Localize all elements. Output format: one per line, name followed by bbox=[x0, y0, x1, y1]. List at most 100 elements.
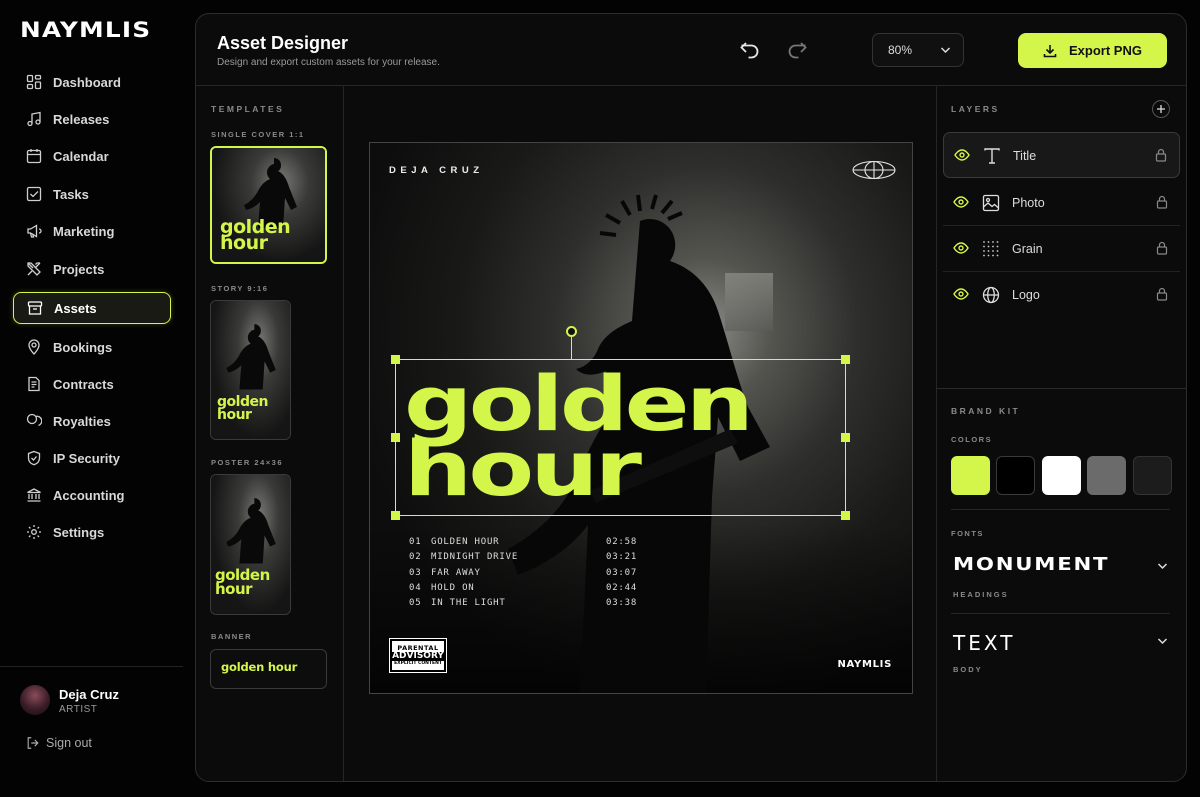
image-icon bbox=[982, 194, 1000, 212]
sidebar-item-settings[interactable]: Settings bbox=[13, 516, 171, 548]
template-banner[interactable]: golden hour bbox=[210, 649, 327, 689]
sidebar-item-accounting[interactable]: Accounting bbox=[13, 479, 171, 511]
template-title-line2: hour bbox=[220, 232, 268, 254]
divider bbox=[951, 613, 1170, 614]
font-heading-role: HEADINGS bbox=[953, 590, 1009, 599]
lock-icon[interactable] bbox=[1156, 195, 1168, 209]
coins-icon bbox=[26, 413, 42, 427]
dashboard-icon bbox=[26, 74, 42, 90]
tracklist[interactable]: 01 GOLDEN HOUR 02:58 02 MIDNIGHT DRIVE 03:21… bbox=[409, 537, 637, 613]
resize-handle[interactable] bbox=[391, 433, 400, 442]
template-single-cover[interactable]: golden hour bbox=[210, 146, 327, 264]
avatar[interactable] bbox=[20, 685, 50, 715]
eye-icon[interactable] bbox=[954, 148, 970, 162]
color-swatch-gray[interactable] bbox=[1087, 456, 1126, 495]
layer-name: Photo bbox=[1012, 196, 1045, 210]
sign-out-label: Sign out bbox=[46, 736, 92, 750]
export-label: Export PNG bbox=[1069, 43, 1142, 58]
track-row: 05 IN THE LIGHT 03:38 bbox=[409, 598, 638, 609]
fonts-label: FONTS bbox=[951, 529, 984, 538]
eye-icon[interactable] bbox=[953, 241, 969, 255]
color-swatch-lime[interactable] bbox=[951, 456, 990, 495]
sidebar-item-bookings[interactable]: Bookings bbox=[13, 331, 171, 363]
advisory-line3: EXPLICIT CONTENT bbox=[394, 661, 442, 666]
resize-handle[interactable] bbox=[391, 511, 400, 520]
zoom-select[interactable]: 80% bbox=[872, 33, 964, 67]
lock-icon[interactable] bbox=[1156, 287, 1168, 301]
zoom-value: 80% bbox=[888, 43, 913, 57]
eye-icon[interactable] bbox=[953, 287, 969, 301]
sidebar-item-assets[interactable]: Assets bbox=[13, 292, 171, 324]
color-swatch-black[interactable] bbox=[996, 456, 1035, 495]
sidebar-item-label: Dashboard bbox=[53, 74, 121, 90]
bank-icon bbox=[27, 488, 41, 502]
eye-icon[interactable] bbox=[953, 195, 969, 209]
sidebar-item-tasks[interactable]: Tasks bbox=[13, 178, 171, 210]
template-poster[interactable]: golden hour bbox=[210, 474, 291, 615]
advisory-line2: ADVISORY bbox=[390, 651, 446, 661]
undo-icon bbox=[740, 42, 759, 59]
sidebar-item-label: Bookings bbox=[53, 339, 113, 355]
sidebar-item-marketing[interactable]: Marketing bbox=[13, 215, 171, 247]
archive-icon bbox=[27, 301, 43, 315]
properties-panel: LAYERS Title Photo Grain Logo BRAND KIT … bbox=[936, 86, 1186, 781]
designer-header: Asset Designer Design and export custom … bbox=[196, 14, 1186, 86]
sidebar-item-label: Marketing bbox=[53, 223, 115, 239]
lock-icon[interactable] bbox=[1156, 241, 1168, 255]
artist-name-text[interactable]: DEJA CRUZ bbox=[389, 165, 484, 176]
add-layer-button[interactable] bbox=[1152, 100, 1170, 118]
layers-heading: LAYERS bbox=[951, 104, 1000, 114]
brand-kit-heading: BRAND KIT bbox=[951, 406, 1021, 416]
sidebar-item-projects[interactable]: Projects bbox=[13, 253, 171, 285]
sidebar: NAYMLIS Dashboard Releases Calendar Task… bbox=[0, 0, 183, 797]
grain-grid-icon bbox=[983, 241, 999, 257]
color-swatch-charcoal[interactable] bbox=[1133, 456, 1172, 495]
redo-button[interactable] bbox=[783, 36, 811, 64]
resize-handle[interactable] bbox=[841, 355, 850, 364]
sidebar-item-label: Assets bbox=[54, 300, 97, 316]
resize-handle[interactable] bbox=[841, 433, 850, 442]
sign-out-icon bbox=[27, 737, 39, 749]
resize-handle[interactable] bbox=[391, 355, 400, 364]
selection-box[interactable] bbox=[391, 326, 850, 520]
brand-logo-text[interactable]: NAYMLIS bbox=[837, 659, 892, 670]
layer-grain[interactable]: Grain bbox=[943, 226, 1180, 272]
sidebar-item-label: Projects bbox=[53, 261, 105, 277]
sign-out-link[interactable]: Sign out bbox=[26, 736, 92, 750]
colors-label: COLORS bbox=[951, 435, 993, 444]
layer-title[interactable]: Title bbox=[943, 132, 1180, 178]
sidebar-item-label: Contracts bbox=[53, 376, 114, 392]
text-icon bbox=[984, 148, 1000, 164]
template-story[interactable]: golden hour bbox=[210, 300, 291, 440]
export-png-button[interactable]: Export PNG bbox=[1018, 33, 1167, 68]
app-logo[interactable]: NAYMLIS bbox=[20, 18, 151, 42]
sidebar-item-dashboard[interactable]: Dashboard bbox=[13, 66, 171, 98]
template-group-label: POSTER 24×36 bbox=[211, 458, 283, 467]
panel-divider bbox=[937, 388, 1186, 389]
rotate-handle[interactable] bbox=[566, 326, 577, 337]
page-subtitle: Design and export custom assets for your… bbox=[217, 57, 440, 68]
layer-name: Logo bbox=[1012, 288, 1040, 302]
sidebar-item-ip-security[interactable]: IP Security bbox=[13, 442, 171, 474]
sidebar-item-releases[interactable]: Releases bbox=[13, 103, 171, 135]
sidebar-item-royalties[interactable]: Royalties bbox=[13, 405, 171, 437]
layer-logo[interactable]: Logo bbox=[943, 272, 1180, 318]
color-swatch-white[interactable] bbox=[1042, 456, 1081, 495]
sidebar-item-calendar[interactable]: Calendar bbox=[13, 140, 171, 172]
globe-logo-icon[interactable] bbox=[851, 160, 897, 180]
lock-icon[interactable] bbox=[1155, 148, 1167, 162]
font-heading-select[interactable]: MONUMENT HEADINGS bbox=[937, 546, 1186, 599]
track-row: 03 FAR AWAY 03:07 bbox=[409, 567, 638, 578]
layer-photo[interactable]: Photo bbox=[943, 180, 1180, 226]
artboard[interactable]: DEJA CRUZ golden hour 01 GOLDEN HOUR 02:… bbox=[369, 142, 913, 694]
parental-advisory-label[interactable]: PARENTAL ADVISORY EXPLICIT CONTENT bbox=[389, 638, 447, 673]
font-body-role: BODY bbox=[953, 665, 983, 674]
font-body-select[interactable]: TEXT BODY bbox=[937, 621, 1186, 674]
resize-handle[interactable] bbox=[841, 511, 850, 520]
sidebar-item-label: Royalties bbox=[53, 413, 111, 429]
sidebar-item-contracts[interactable]: Contracts bbox=[13, 368, 171, 400]
asset-designer-panel: Asset Designer Design and export custom … bbox=[195, 13, 1187, 782]
undo-button[interactable] bbox=[736, 36, 764, 64]
chevron-down-icon bbox=[940, 47, 951, 54]
templates-heading: TEMPLATES bbox=[211, 104, 285, 114]
